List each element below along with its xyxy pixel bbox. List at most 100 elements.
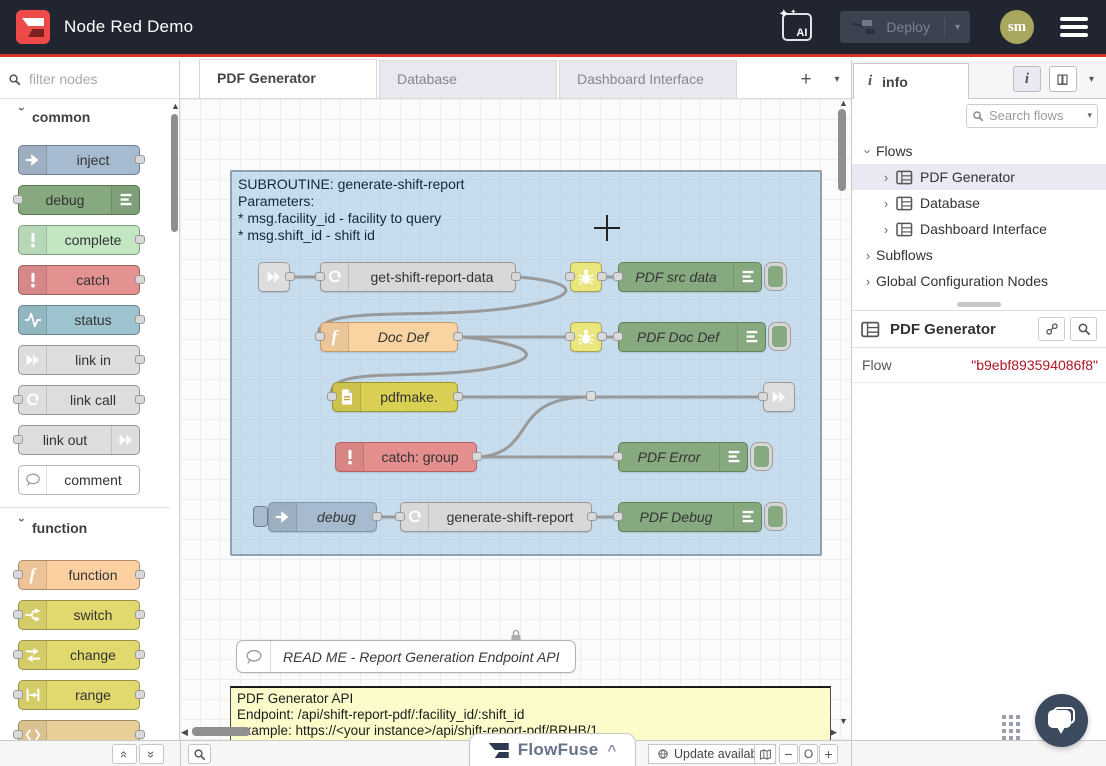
- flow-node-generate-shift-report[interactable]: generate-shift-report: [400, 502, 592, 532]
- chevron-right-icon[interactable]: ›: [860, 274, 876, 289]
- scroll-left-icon[interactable]: ◀: [181, 728, 188, 737]
- search-flows-input[interactable]: Search flows ▾: [966, 104, 1098, 128]
- input-port[interactable]: [613, 272, 623, 281]
- deploy-button[interactable]: Deploy ▾: [840, 11, 970, 43]
- palette-node-switch[interactable]: switch: [18, 600, 140, 630]
- palette-node-catch[interactable]: catch: [18, 265, 140, 295]
- sidebar-divider[interactable]: [852, 302, 1106, 311]
- input-port[interactable]: [565, 272, 575, 281]
- input-port[interactable]: [395, 512, 405, 521]
- canvas-vscroll-thumb[interactable]: [838, 109, 846, 191]
- flow-node-bug-2[interactable]: [570, 322, 602, 352]
- output-port[interactable]: [135, 355, 145, 364]
- output-port[interactable]: [453, 392, 463, 401]
- palette-category-function[interactable]: ›function: [12, 520, 170, 536]
- flow-node-get-shift-report-data[interactable]: get-shift-report-data: [320, 262, 516, 292]
- tree-item-database[interactable]: ›Database: [852, 190, 1106, 216]
- flow-node-pdf-doc-def[interactable]: PDF Doc Def: [618, 322, 766, 352]
- output-port[interactable]: [135, 730, 145, 739]
- output-port[interactable]: [511, 272, 521, 281]
- output-port[interactable]: [372, 512, 382, 521]
- tree-item-pdf-generator[interactable]: ›PDF Generator: [852, 164, 1106, 190]
- input-port[interactable]: [13, 690, 23, 699]
- palette-node-complete[interactable]: complete: [18, 225, 140, 255]
- output-port[interactable]: [135, 235, 145, 244]
- output-port[interactable]: [597, 272, 607, 281]
- deploy-caret-icon[interactable]: ▾: [945, 22, 970, 33]
- palette-node-inject[interactable]: inject: [18, 145, 140, 175]
- input-port[interactable]: [13, 650, 23, 659]
- palette-node-link-in[interactable]: link in: [18, 345, 140, 375]
- palette-expand-all-button[interactable]: »: [139, 744, 164, 764]
- inject-trigger-button[interactable]: [253, 506, 268, 527]
- palette-scrollbar-thumb[interactable]: [171, 114, 178, 232]
- canvas-hscroll-thumb[interactable]: [192, 727, 250, 736]
- main-menu-button[interactable]: [1060, 13, 1088, 41]
- flowfuse-caret-icon[interactable]: ^: [608, 742, 617, 759]
- output-port[interactable]: [453, 332, 463, 341]
- flow-canvas[interactable]: SUBROUTINE: generate-shift-reportParamet…: [180, 99, 851, 740]
- flow-node-pdf-debug[interactable]: PDF Debug: [618, 502, 762, 532]
- palette-node-status[interactable]: status: [18, 305, 140, 335]
- palette-scrollbar[interactable]: ▲: [170, 99, 179, 740]
- input-port[interactable]: [613, 452, 623, 461]
- palette-node-function[interactable]: ffunction: [18, 560, 140, 590]
- input-port[interactable]: [613, 332, 623, 341]
- debug-toggle-button[interactable]: [765, 263, 786, 290]
- input-port[interactable]: [13, 730, 23, 739]
- user-avatar[interactable]: sm: [1000, 10, 1034, 44]
- copy-link-button[interactable]: [1038, 317, 1065, 341]
- input-port[interactable]: [758, 392, 768, 401]
- flowfuse-widget[interactable]: FlowFuse ^: [469, 733, 636, 766]
- input-port[interactable]: [613, 512, 623, 521]
- flow-list-caret-icon[interactable]: ▾: [823, 62, 851, 98]
- flow-tab-dashboard-interface[interactable]: Dashboard Interface: [559, 60, 737, 98]
- flow-node-pdf-error[interactable]: PDF Error: [618, 442, 748, 472]
- canvas-search-button[interactable]: [188, 744, 211, 764]
- output-port[interactable]: [135, 275, 145, 284]
- input-port[interactable]: [13, 395, 23, 404]
- debug-toggle-button[interactable]: [769, 323, 790, 350]
- scroll-up-icon[interactable]: ▲: [171, 102, 180, 111]
- scroll-up-icon[interactable]: ▲: [839, 99, 848, 108]
- output-port[interactable]: [135, 610, 145, 619]
- flow-node-doc-def[interactable]: fDoc Def: [320, 322, 458, 352]
- palette-filter-input[interactable]: [27, 70, 147, 88]
- tree-item-dashboard-interface[interactable]: ›Dashboard Interface: [852, 216, 1106, 242]
- input-port[interactable]: [565, 332, 575, 341]
- tree-item-global-configuration-nodes[interactable]: ›Global Configuration Nodes: [852, 268, 1106, 294]
- palette-category-common[interactable]: ›common: [12, 109, 170, 125]
- input-port[interactable]: [13, 610, 23, 619]
- zoom-out-button[interactable]: −: [779, 744, 798, 764]
- output-port[interactable]: [135, 690, 145, 699]
- sidebar-caret-icon[interactable]: ▾: [1085, 70, 1098, 89]
- palette-node-node[interactable]: [18, 720, 140, 740]
- ai-assistant-button[interactable]: ✦ ✦ AI: [782, 13, 812, 41]
- search-flow-button[interactable]: [1070, 317, 1097, 341]
- chevron-right-icon[interactable]: ›: [860, 248, 876, 263]
- chevron-right-icon[interactable]: ›: [878, 222, 894, 237]
- flow-node-link-in[interactable]: [258, 262, 290, 292]
- flow-node-pdf-src-data[interactable]: PDF src data: [618, 262, 762, 292]
- flow-node-link-out[interactable]: [763, 382, 795, 412]
- input-port[interactable]: [315, 272, 325, 281]
- palette-node-link-call[interactable]: link call: [18, 385, 140, 415]
- output-port[interactable]: [135, 570, 145, 579]
- sidebar-info-button[interactable]: i: [1013, 66, 1041, 92]
- flow-tab-pdf-generator[interactable]: PDF Generator: [199, 59, 377, 98]
- zoom-reset-button[interactable]: O: [799, 744, 818, 764]
- palette-collapse-all-button[interactable]: «: [112, 744, 137, 764]
- output-port[interactable]: [135, 315, 145, 324]
- tree-item-flows[interactable]: ›Flows: [852, 138, 1106, 164]
- chat-button[interactable]: [1035, 694, 1088, 747]
- divider-grip[interactable]: [957, 302, 1001, 307]
- input-port[interactable]: [13, 195, 23, 204]
- output-port[interactable]: [285, 272, 295, 281]
- scroll-right-icon[interactable]: ▶: [830, 728, 837, 737]
- input-port[interactable]: [327, 392, 337, 401]
- wire-junction[interactable]: [586, 391, 596, 401]
- palette-node-debug[interactable]: debug: [18, 185, 140, 215]
- flow-tab-database[interactable]: Database: [379, 60, 557, 98]
- sidebar-help-button[interactable]: [1049, 66, 1077, 92]
- output-port[interactable]: [472, 452, 482, 461]
